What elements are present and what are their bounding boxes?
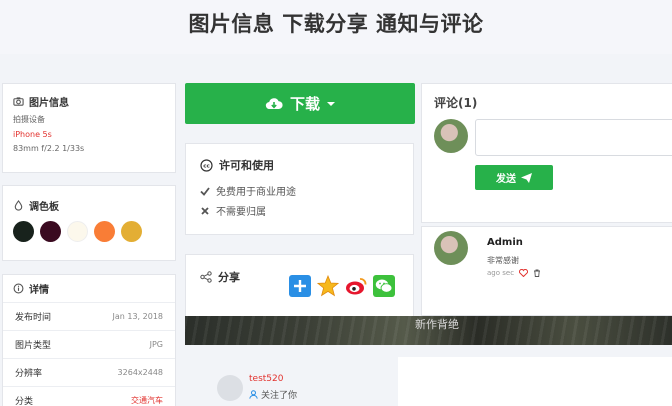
- notification-panel: [398, 357, 672, 406]
- share-title: 分享: [218, 271, 240, 284]
- detail-value: JPG: [149, 340, 163, 349]
- color-swatches: [13, 221, 165, 242]
- info-icon: [13, 283, 24, 294]
- caret-down-icon: [327, 101, 335, 106]
- creative-commons-icon: cc: [200, 158, 213, 172]
- details-card: 详情 发布时间 Jan 13, 2018 图片类型 JPG 分辨率 3264x2…: [2, 274, 176, 406]
- detail-value: Jan 13, 2018: [112, 312, 164, 321]
- detail-row-published: 发布时间 Jan 13, 2018: [3, 303, 175, 331]
- paper-plane-icon: [521, 172, 532, 183]
- comment-text: 非常感谢: [487, 256, 519, 265]
- license-title: 许可和使用: [219, 159, 274, 172]
- share-card: 分享: [185, 254, 414, 317]
- device-model: iPhone 5s: [13, 130, 52, 139]
- cloud-download-icon: [265, 97, 283, 109]
- heart-icon[interactable]: [519, 269, 529, 277]
- wechat-icon[interactable]: [373, 275, 395, 297]
- commenter-name[interactable]: Admin: [487, 237, 523, 248]
- share-add-icon[interactable]: [289, 275, 311, 297]
- commenter-avatar: [434, 231, 468, 265]
- details-title-row: 详情: [3, 275, 175, 303]
- comment-meta: ago sec: [487, 269, 541, 277]
- download-label: 下载: [289, 95, 320, 113]
- image-info-title: 图片信息: [29, 98, 69, 109]
- color-swatch[interactable]: [13, 221, 34, 242]
- droplet-icon: [14, 200, 23, 211]
- follow-text: 关注了你: [261, 391, 298, 401]
- share-icons: [289, 275, 395, 297]
- license-no-attribution: 不需要归属: [200, 203, 399, 218]
- image-info-title-row: 图片信息: [13, 94, 165, 109]
- page-headline: 图片信息 下载分享 通知与评论: [0, 0, 672, 54]
- detail-label: 分类: [15, 397, 34, 406]
- weibo-icon[interactable]: [345, 275, 367, 297]
- comment-input[interactable]: [475, 119, 672, 156]
- follower-name[interactable]: test520: [249, 374, 283, 384]
- category-link[interactable]: 交通汽车: [131, 395, 163, 406]
- camera-icon: [13, 97, 24, 106]
- color-swatch[interactable]: [121, 221, 142, 242]
- photo-preview: 新作背绝: [185, 316, 672, 345]
- color-swatch[interactable]: [67, 221, 88, 242]
- color-swatch[interactable]: [94, 221, 115, 242]
- comment-time: ago sec: [487, 269, 515, 277]
- detail-label: 图片类型: [15, 341, 52, 351]
- palette-title-row: 调色板: [13, 198, 165, 213]
- qzone-star-icon[interactable]: [317, 275, 339, 297]
- user-icon: [249, 390, 258, 399]
- license-no-attribution-text: 不需要归属: [216, 207, 266, 218]
- current-user-avatar: [434, 119, 468, 153]
- details-title: 详情: [29, 285, 49, 296]
- share-icon: [200, 271, 212, 283]
- license-free-text: 免费用于商业用途: [216, 187, 296, 198]
- license-card: cc 许可和使用 免费用于商业用途 不需要归属: [185, 143, 414, 235]
- check-icon: [200, 186, 210, 196]
- detail-row-type: 图片类型 JPG: [3, 331, 175, 359]
- comment-count-title: 评论(1): [434, 96, 478, 110]
- detail-label: 发布时间: [15, 313, 52, 323]
- comment-panel: 评论(1) 发送: [421, 83, 672, 223]
- detail-value: 3264x2448: [117, 368, 163, 377]
- follow-message: 关注了你: [249, 388, 297, 401]
- color-swatch[interactable]: [40, 221, 61, 242]
- detail-row-resolution: 分辨率 3264x2448: [3, 359, 175, 387]
- follow-notification: test520 关注了你: [185, 357, 399, 406]
- follower-avatar: [217, 375, 243, 401]
- device-label: 拍摄设备: [13, 115, 45, 124]
- image-info-card: 图片信息 拍摄设备 iPhone 5s 83mm f/2.2 1/33s: [2, 83, 176, 173]
- trash-icon[interactable]: [533, 269, 541, 277]
- send-label: 发送: [496, 174, 516, 185]
- svg-text:cc: cc: [203, 163, 210, 169]
- photo-caption: 新作背绝: [415, 318, 459, 331]
- exif-values: 83mm f/2.2 1/33s: [13, 144, 85, 153]
- detail-label: 分辨率: [15, 369, 43, 379]
- license-title-row: cc 许可和使用: [200, 157, 399, 173]
- send-comment-button[interactable]: 发送: [475, 165, 553, 190]
- palette-title: 调色板: [29, 202, 59, 213]
- download-button[interactable]: 下载: [185, 83, 415, 124]
- detail-row-category: 分类 交通汽车: [3, 387, 175, 406]
- license-free-commercial: 免费用于商业用途: [200, 183, 399, 198]
- palette-card: 调色板: [2, 185, 176, 261]
- comment-entry: Admin 非常感谢 ago sec: [421, 226, 672, 316]
- cross-icon: [201, 206, 209, 215]
